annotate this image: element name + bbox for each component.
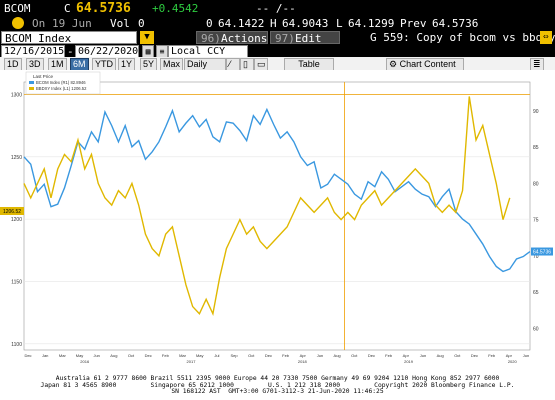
chart-svg: 1300125012001150110090858075706560Dec Jan…	[0, 71, 553, 364]
chart-grid	[23, 81, 531, 351]
x-month-label: May	[196, 353, 204, 358]
x-month-label: Feb	[385, 353, 393, 358]
x-month-label: Oct	[128, 353, 135, 358]
vol-label: Vol	[110, 17, 130, 30]
vol-value: 0	[138, 17, 145, 30]
right-tick-label: 85	[533, 145, 539, 151]
left-tick-label: 1250	[11, 155, 22, 161]
left-tick-label: 1150	[11, 279, 22, 285]
open-value: 64.1422	[218, 17, 265, 30]
x-month-label: Mar	[59, 353, 67, 358]
x-year-label: 2016	[80, 359, 90, 364]
edit-menu[interactable]: 97) Edit	[270, 31, 340, 45]
legend-title: Last Price	[33, 74, 54, 79]
end-date: 06/22/2020	[78, 46, 139, 57]
start-date: 12/16/2015	[4, 46, 65, 57]
arrow-icon[interactable]: ⇔	[540, 31, 552, 44]
prev-label: Prev	[400, 17, 427, 30]
chart-content-label: Chart Content	[399, 59, 456, 69]
bcom-last-label: 64.5736	[533, 250, 551, 256]
x-month-label: Aug	[437, 353, 444, 358]
price-change: +0.4542	[152, 2, 199, 15]
legend-item-bbdxy: BBDXY Index (L1) 1206.52	[36, 86, 87, 91]
x-month-label: May	[76, 353, 84, 358]
quote-date: 19 Jun	[52, 17, 92, 30]
x-month-label: Dec	[368, 353, 375, 358]
right-tick-label: 90	[533, 109, 539, 115]
x-year-label: 2019	[404, 359, 414, 364]
x-month-label: Dec	[145, 353, 152, 358]
x-month-label: Feb	[282, 353, 290, 358]
x-month-label: Jun	[317, 353, 323, 358]
period-bar: 1D 3D 1M 6M YTD 1Y 5Y Max Daily ⁄ ▯ ▭ Ta…	[0, 57, 555, 71]
legend-swatch-bbdxy	[29, 87, 34, 90]
toolbar: BCOM Index ▼ 96) Actions 97) Edit G 559:…	[0, 30, 555, 45]
x-year-label: 2020	[508, 359, 518, 364]
chart-title: G 559: Copy of bcom vs bbdxy	[370, 31, 555, 44]
low-value: 64.1299	[348, 17, 395, 30]
x-month-label: Aug	[334, 353, 341, 358]
left-tick-label: 1200	[11, 217, 22, 223]
low-label: L	[336, 17, 343, 30]
x-month-label: Apr	[403, 353, 410, 358]
x-month-label: Feb	[488, 353, 496, 358]
footer: Australia 61 2 9777 8600 Brazil 5511 239…	[0, 375, 555, 400]
bbdxy-last-label: 1206.52	[3, 209, 21, 215]
x-month-label: Dec	[471, 353, 478, 358]
x-year-label: 2018	[298, 359, 308, 364]
x-month-label: Jun	[523, 353, 529, 358]
chart-content-icon: ⚙	[389, 59, 400, 69]
x-month-label: Apr	[506, 353, 513, 358]
currency-label: Local CCY	[171, 46, 226, 57]
actions-menu[interactable]: 96) Actions	[196, 31, 268, 45]
legend-item-bcom: BCOM Index (R1) 82.8946	[36, 80, 86, 85]
security-field[interactable]: BCOM Index	[1, 31, 137, 45]
date-bar: 12/16/2015 - 06/22/2020 ▦ ≡ Local CCY	[0, 44, 555, 58]
x-month-label: Oct	[454, 353, 461, 358]
x-month-label: Jun	[93, 353, 99, 358]
high-label: H	[270, 17, 277, 30]
open-label: 0	[206, 17, 213, 30]
legend-swatch-bcom	[29, 81, 34, 84]
chart-area[interactable]: 1300 1250 1200 1150 1100 90 85 80 75 70 65 60 Dec Jan…	[0, 70, 555, 376]
right-tick-label: 65	[533, 290, 539, 296]
high-value: 64.9043	[282, 17, 329, 30]
x-month-label: Aug	[110, 353, 117, 358]
dropdown-icon[interactable]: ▼	[140, 31, 154, 44]
x-month-label: Dec	[24, 353, 31, 358]
chart-legend: Last PriceBCOM Index (R1) 82.8946BBDXY I…	[25, 71, 101, 95]
quote-bar: BCOM C 64.5736 +0.4542 -- /--	[0, 0, 555, 16]
x-month-label: Oct	[351, 353, 358, 358]
quote-flag: C	[64, 2, 71, 15]
last-price: 64.5736	[76, 1, 131, 16]
x-month-label: Feb	[162, 353, 170, 358]
left-tick-label: 1100	[11, 342, 22, 348]
plot-frame	[23, 81, 531, 351]
x-month-label: Oct	[248, 353, 255, 358]
x-month-label: Mar	[179, 353, 187, 358]
quote-detail-bar: On 19 Jun Vol 0 0 64.1422 H 64.9043 L 64…	[0, 16, 555, 30]
right-tick-label: 60	[533, 326, 539, 332]
dashes: -- /--	[256, 2, 296, 15]
right-tick-label: 75	[533, 218, 539, 224]
right-tick-label: 80	[533, 181, 539, 187]
x-month-label: Sep	[231, 353, 239, 358]
prev-value: 64.5736	[432, 17, 479, 30]
date-prefix: On	[32, 17, 46, 30]
x-month-label: Jun	[420, 353, 426, 358]
x-month-label: Jan	[42, 353, 48, 358]
alert-icon[interactable]	[12, 17, 24, 29]
left-tick-label: 1300	[11, 92, 22, 98]
ticker[interactable]: BCOM	[4, 2, 31, 15]
x-month-label: Jul	[214, 353, 219, 358]
x-year-label: 2017	[187, 359, 197, 364]
x-month-label: Dec	[265, 353, 272, 358]
x-month-label: Apr	[300, 353, 307, 358]
footer-line-3: SN 168122 AST GMT+3:00 G701-3112-3 21-Ju…	[171, 388, 384, 395]
